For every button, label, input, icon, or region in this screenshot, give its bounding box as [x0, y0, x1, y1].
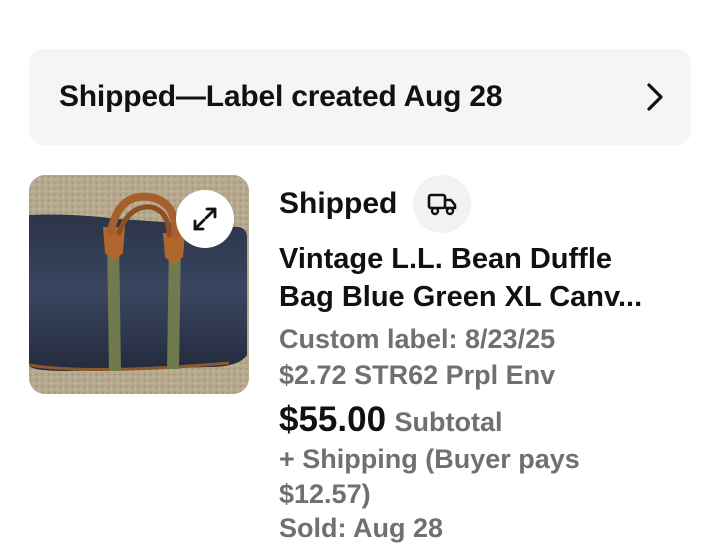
shipping-status-text: Shipped—Label created Aug 28: [59, 80, 503, 113]
item-status-row: Shipped: [279, 175, 472, 233]
chevron-right-icon: [647, 83, 663, 111]
price-label: Subtotal: [394, 407, 503, 437]
item-title[interactable]: Vintage L.L. Bean Duffle Bag Blue Green …: [279, 240, 689, 316]
price-row: $55.00 Subtotal: [279, 399, 503, 448]
shipping-cost-line-1: + Shipping (Buyer pays: [279, 444, 580, 474]
order-details-page: Shipped—Label created Aug 28 Shipped Vin…: [0, 0, 720, 546]
item-price: $55.00: [279, 400, 387, 439]
item-title-line-1: Vintage L.L. Bean Duffle: [279, 243, 613, 275]
item-title-line-2: Bag Blue Green XL Canv...: [279, 281, 643, 313]
expand-image-button[interactable]: [176, 190, 234, 248]
sold-date-text: Sold: Aug 28: [279, 513, 444, 543]
truck-badge: [413, 175, 472, 233]
custom-label-text: Custom label: 8/23/25: [279, 324, 556, 354]
truck-icon: [428, 193, 457, 216]
expand-arrows-icon: [193, 207, 217, 231]
shipping-status-banner[interactable]: Shipped—Label created Aug 28: [29, 49, 691, 145]
shipping-note-text: $2.72 STR62 Prpl Env: [279, 360, 556, 390]
shipping-cost-line-2: $12.57): [279, 479, 371, 509]
item-status-label: Shipped: [279, 187, 398, 220]
